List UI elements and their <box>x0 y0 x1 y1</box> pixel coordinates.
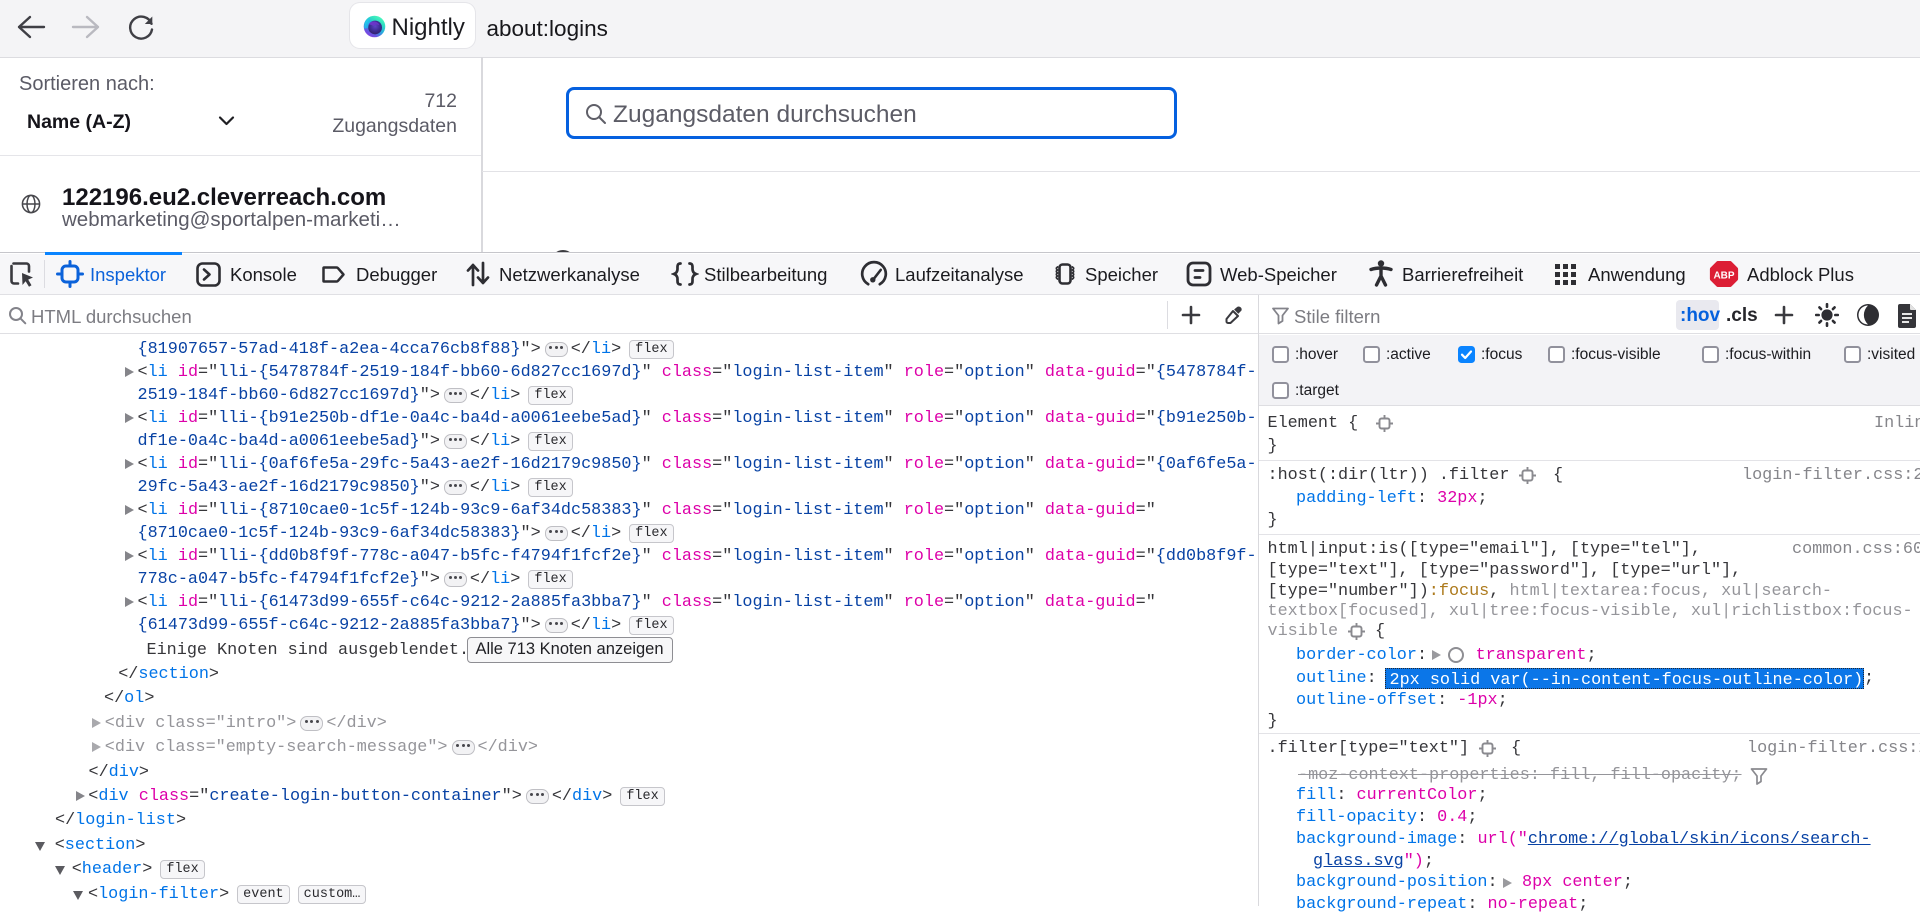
svg-text:ABP: ABP <box>1713 271 1734 282</box>
